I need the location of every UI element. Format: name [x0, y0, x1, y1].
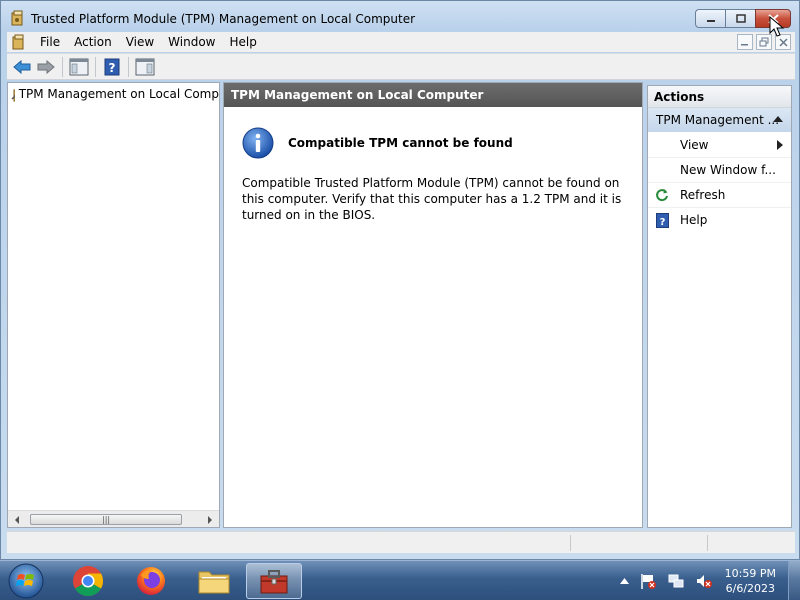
- taskbar-clock[interactable]: 10:59 PM 6/6/2023: [725, 566, 776, 596]
- horizontal-scrollbar[interactable]: |||: [8, 510, 219, 527]
- help-toolbar-button[interactable]: ?: [101, 56, 123, 77]
- menu-file[interactable]: File: [33, 32, 67, 52]
- clock-date: 6/6/2023: [725, 582, 776, 595]
- minimize-icon: [706, 19, 715, 22]
- refresh-icon: [654, 187, 670, 203]
- error-message: Compatible Trusted Platform Module (TPM)…: [242, 176, 622, 222]
- svg-text:?: ?: [659, 217, 665, 228]
- action-pane-icon: [135, 58, 155, 75]
- action-refresh[interactable]: Refresh: [648, 182, 791, 207]
- mmc-window: Trusted Platform Module (TPM) Management…: [0, 0, 800, 560]
- results-pane: TPM Management on Local Computer Compati…: [223, 82, 643, 528]
- menu-bar: File Action View Window Help: [7, 32, 795, 52]
- clock-time: 10:59 PM: [724, 567, 776, 580]
- mmc-menu-icon[interactable]: [11, 34, 27, 50]
- actions-group-label: TPM Management ...: [656, 113, 780, 127]
- collapse-triangle-icon[interactable]: [773, 116, 783, 123]
- tpm-app-icon: [10, 10, 26, 26]
- menu-window[interactable]: Window: [161, 32, 222, 52]
- scroll-right-arrow[interactable]: [205, 515, 215, 525]
- scroll-left-arrow[interactable]: [12, 515, 22, 525]
- taskbar: 10:59 PM 6/6/2023: [0, 560, 800, 600]
- forward-arrow-icon: [37, 59, 55, 74]
- tree-item-tpm-management[interactable]: TPM Management on Local Comp: [11, 86, 219, 102]
- maximize-icon: [735, 14, 746, 23]
- minimize-button[interactable]: [695, 9, 725, 28]
- folder-icon: [198, 571, 230, 594]
- back-button[interactable]: [11, 56, 33, 77]
- mouse-cursor-icon: [769, 16, 785, 37]
- results-pane-header: TPM Management on Local Computer: [224, 83, 642, 107]
- action-view-label: View: [680, 137, 709, 152]
- menu-help[interactable]: Help: [223, 32, 264, 52]
- show-desktop-button[interactable]: [788, 561, 800, 600]
- windows-start-icon: [8, 563, 44, 599]
- scrollbar-thumb[interactable]: |||: [30, 514, 182, 525]
- help-icon: ?: [654, 212, 670, 228]
- action-new-window[interactable]: New Window f...: [648, 157, 791, 182]
- action-refresh-label: Refresh: [680, 188, 726, 202]
- chrome-icon: [73, 566, 104, 597]
- maximize-button[interactable]: [725, 9, 755, 28]
- tpm-snapin-icon: [11, 89, 15, 102]
- forward-button[interactable]: [35, 56, 57, 77]
- toolbox-icon: [260, 570, 288, 594]
- action-help[interactable]: ? Help: [648, 207, 791, 232]
- actions-pane: Actions TPM Management ... View New Wind…: [647, 85, 792, 528]
- firefox-icon: [137, 567, 165, 595]
- submenu-arrow-icon: [777, 140, 783, 150]
- show-hide-console-tree-button[interactable]: [68, 56, 90, 77]
- console-tree-icon: [69, 58, 89, 75]
- close-icon: [778, 37, 788, 47]
- system-tray: [620, 561, 713, 600]
- show-hidden-icons-icon[interactable]: [620, 577, 629, 585]
- show-hide-action-pane-button[interactable]: [134, 56, 156, 77]
- network-icon[interactable]: [667, 572, 685, 590]
- menu-view[interactable]: View: [119, 32, 161, 52]
- action-new-window-label: New Window f...: [680, 163, 776, 177]
- title-bar[interactable]: Trusted Platform Module (TPM) Management…: [1, 1, 799, 33]
- actions-group-tpm-management[interactable]: TPM Management ...: [648, 108, 791, 132]
- svg-text:?: ?: [109, 61, 116, 75]
- volume-muted-icon[interactable]: [695, 572, 713, 590]
- action-help-label: Help: [680, 213, 708, 227]
- minimize-icon: [741, 44, 748, 46]
- back-arrow-icon: [13, 59, 31, 74]
- action-center-flag-icon[interactable]: [639, 572, 657, 590]
- help-icon: ?: [104, 58, 120, 75]
- tree-item-label: TPM Management on Local Comp: [18, 87, 219, 101]
- taskbar-file-explorer[interactable]: [186, 563, 242, 599]
- menu-action[interactable]: Action: [67, 32, 119, 52]
- toolbar: ?: [7, 53, 795, 80]
- console-tree-pane: TPM Management on Local Comp |||: [7, 82, 220, 528]
- taskbar-tpm-management[interactable]: [246, 563, 302, 599]
- restore-icon: [759, 37, 769, 47]
- taskbar-firefox[interactable]: [123, 563, 179, 599]
- start-button[interactable]: [6, 562, 46, 600]
- info-icon: [242, 127, 274, 159]
- taskbar-chrome[interactable]: [60, 563, 116, 599]
- mdi-minimize-button[interactable]: [737, 34, 753, 50]
- window-title: Trusted Platform Module (TPM) Management…: [31, 12, 416, 26]
- actions-header: Actions: [648, 86, 791, 108]
- error-title: Compatible TPM cannot be found: [288, 136, 513, 150]
- action-view[interactable]: View: [648, 132, 791, 157]
- status-bar: [7, 531, 795, 553]
